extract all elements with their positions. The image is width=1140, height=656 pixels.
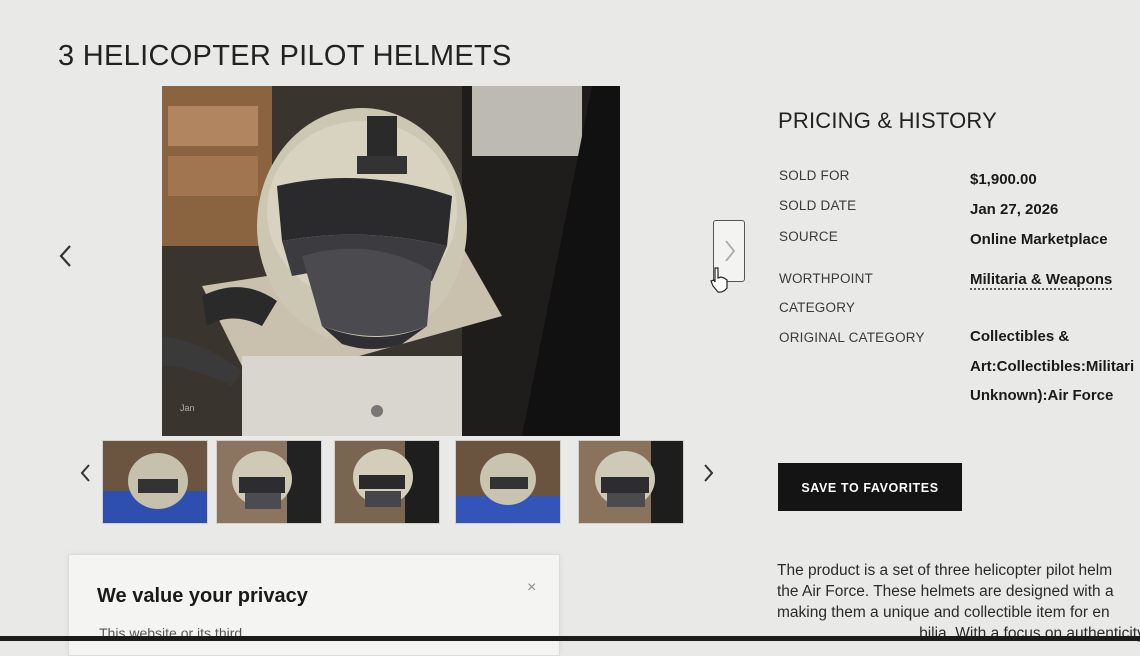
thumbnail-2[interactable] bbox=[216, 440, 322, 524]
category-label: CATEGORY bbox=[779, 300, 856, 315]
sold-for-label: SOLD FOR bbox=[779, 168, 850, 183]
sold-date-label: SOLD DATE bbox=[779, 198, 857, 213]
description-line: The product is a set of three helicopter… bbox=[777, 562, 1113, 579]
image-watermark: Jan bbox=[180, 403, 195, 413]
chevron-right-icon bbox=[704, 464, 714, 482]
description-line: making them a unique and collectible ite… bbox=[777, 604, 1110, 621]
original-category-value-3: Unknown):Air Force bbox=[970, 387, 1114, 404]
screen-bezel bbox=[0, 636, 1140, 641]
thumbnail-3[interactable] bbox=[334, 440, 440, 524]
source-value: Online Marketplace bbox=[970, 231, 1108, 248]
close-icon[interactable]: × bbox=[527, 579, 536, 597]
main-product-image[interactable]: Jan bbox=[162, 86, 620, 436]
chevron-left-icon bbox=[59, 245, 71, 267]
description-line: the Air Force. These helmets are designe… bbox=[777, 583, 1114, 600]
sold-date-value: Jan 27, 2026 bbox=[970, 201, 1059, 218]
product-description: The product is a set of three helicopter… bbox=[777, 560, 1140, 644]
source-label: SOURCE bbox=[779, 229, 838, 244]
prev-image-button[interactable] bbox=[54, 238, 78, 274]
page-title: 3 HELICOPTER PILOT HELMETS bbox=[58, 40, 512, 72]
thumbs-prev-button[interactable] bbox=[76, 458, 96, 488]
original-category-label: ORIGINAL CATEGORY bbox=[779, 330, 925, 345]
original-category-value-2: Art:Collectibles:Militari bbox=[970, 358, 1135, 375]
thumbs-next-button[interactable] bbox=[698, 458, 718, 488]
original-category-value-1: Collectibles & bbox=[970, 328, 1070, 345]
thumbnail-1[interactable] bbox=[102, 440, 208, 524]
privacy-title: We value your privacy bbox=[97, 585, 308, 607]
thumbnail-4[interactable] bbox=[455, 440, 561, 524]
worthpoint-label: WORTHPOINT bbox=[779, 271, 873, 286]
chevron-left-icon bbox=[80, 464, 90, 482]
thumbnail-5[interactable] bbox=[578, 440, 684, 524]
pricing-heading: PRICING & HISTORY bbox=[778, 108, 997, 133]
save-to-favorites-button[interactable]: SAVE TO FAVORITES bbox=[778, 463, 962, 511]
thumbnail-strip bbox=[102, 440, 694, 526]
sold-for-value: $1,900.00 bbox=[970, 171, 1037, 188]
worthpoint-category-link[interactable]: Militaria & Weapons bbox=[970, 271, 1113, 290]
hand-cursor-icon bbox=[709, 266, 731, 294]
